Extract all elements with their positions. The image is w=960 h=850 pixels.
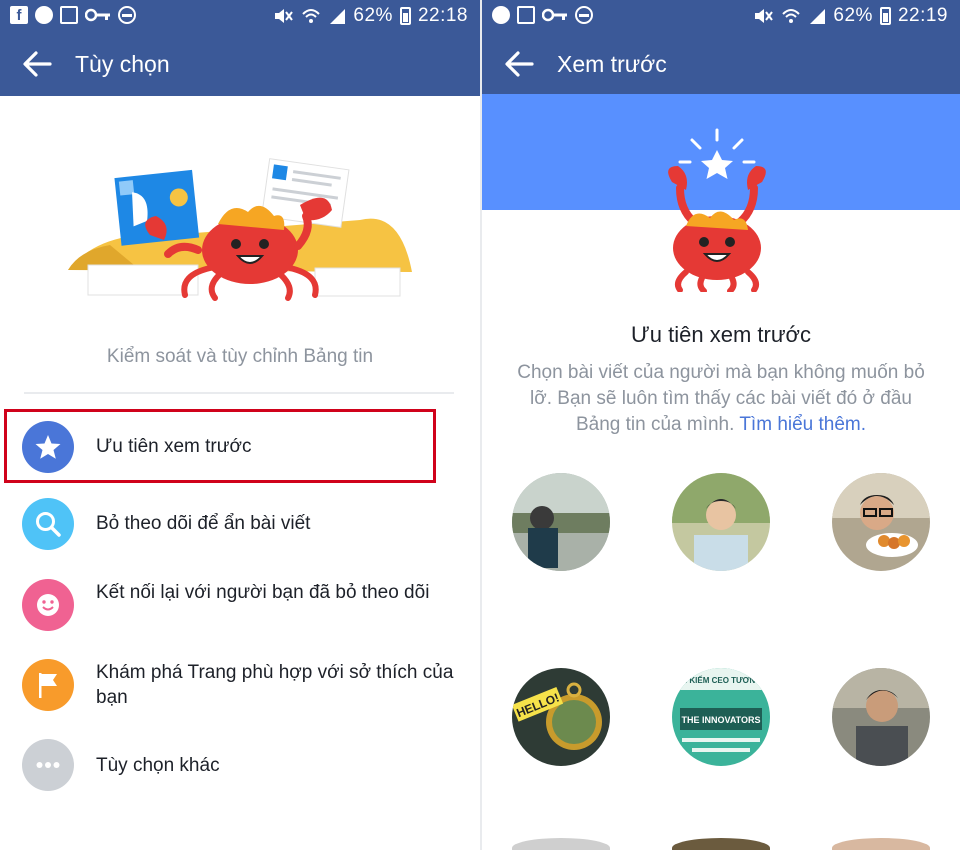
menu-label: Bỏ theo dõi để ẩn bài viết [96, 513, 311, 534]
clock: 22:18 [417, 5, 468, 26]
battery-icon [879, 7, 891, 25]
signal-icon [810, 9, 826, 24]
friend-avatar[interactable]: TÌM KIẾM CEO TƯƠNG L THE INNOVATORS [672, 668, 770, 766]
facebook-icon: f [10, 6, 28, 24]
status-bar: 62% 22:19 [482, 0, 960, 32]
feature-title: Ưu tiên xem trước [631, 322, 811, 347]
newsfeed-crab-illustration [68, 158, 412, 301]
notification-icons [492, 6, 593, 24]
system-status: 62% 22:18 [272, 5, 468, 27]
key-icon [542, 8, 567, 22]
status-bar: f 62% 22:18 [0, 0, 480, 32]
page-subtitle: Kiểm soát và tùy chỉnh Bảng tin [106, 346, 374, 367]
feature-description: Chọn bài viết của người mà bạn không muố… [506, 360, 936, 438]
notification-icons: f [10, 6, 136, 24]
battery-icon [399, 7, 411, 25]
star-icon [22, 421, 74, 473]
key-icon [85, 8, 110, 22]
friend-avatar-partial[interactable] [672, 838, 770, 850]
menu-item-more-options[interactable]: Tùy chọn khác [0, 738, 480, 796]
menu-item-discover-pages[interactable]: Khám phá Trang phù hợp với sở thích của … [0, 656, 480, 716]
friend-avatar[interactable] [832, 668, 930, 766]
battery-percent: 62% [353, 5, 393, 26]
app-bar: Tùy chọn [0, 32, 480, 96]
crab-star-illustration [668, 128, 766, 292]
clock: 22:19 [897, 5, 948, 26]
image-icon [60, 6, 78, 24]
innovators-text: THE INNOVATORS [681, 715, 760, 725]
menu-label: Ưu tiên xem trước [96, 436, 252, 457]
menu-label: Khám phá Trang phù hợp với sở thích của … [96, 662, 454, 708]
back-arrow-icon[interactable] [22, 50, 52, 78]
left-screen: f 62% 22:18 Tùy chọn Kiểm soát và tùy ch… [0, 0, 480, 850]
menu-label: Tùy chọn khác [96, 755, 220, 776]
image-icon [517, 6, 535, 24]
learn-more-link[interactable]: Tìm hiểu thêm. [739, 414, 866, 435]
smile-icon [22, 579, 74, 631]
menu-item-unfollow[interactable]: Bỏ theo dõi để ẩn bài viết [0, 498, 480, 556]
mute-icon [275, 9, 294, 23]
wifi-icon [302, 9, 321, 23]
friend-avatar[interactable] [512, 473, 610, 571]
friend-avatar[interactable] [832, 473, 930, 571]
right-screen: 62% 22:19 Xem trước Ưu tiên xem trước Ch… [480, 0, 960, 850]
flag-icon [22, 659, 74, 711]
menu-item-see-first[interactable]: Ưu tiên xem trước [0, 418, 480, 476]
back-arrow-icon[interactable] [504, 50, 534, 78]
signal-icon [330, 9, 346, 24]
mute-icon [755, 9, 774, 23]
menu-item-reconnect[interactable]: Kết nối lại với người bạn đã bỏ theo dõi [0, 576, 480, 636]
search-ceo-text: TÌM KIẾM CEO TƯƠNG L [673, 675, 768, 685]
system-status: 62% 22:19 [752, 5, 948, 27]
more-icon [22, 739, 74, 791]
battery-percent: 62% [833, 5, 873, 26]
friend-avatar-partial[interactable] [832, 838, 930, 850]
divider [24, 392, 454, 394]
page-title: Tùy chọn [75, 51, 170, 77]
app-bar: Xem trước [482, 32, 960, 94]
search-icon [22, 498, 74, 550]
page-title: Xem trước [557, 51, 667, 77]
friend-avatar-partial[interactable] [512, 838, 610, 850]
friend-avatar[interactable] [672, 473, 770, 571]
messenger-icon [492, 6, 510, 24]
menu-label: Kết nối lại với người bạn đã bỏ theo dõi [96, 582, 430, 603]
do-not-disturb-icon [118, 6, 136, 24]
messenger-icon [35, 6, 53, 24]
do-not-disturb-icon [575, 6, 593, 24]
wifi-icon [782, 9, 801, 23]
friend-avatar[interactable]: HELLO! [512, 668, 610, 766]
